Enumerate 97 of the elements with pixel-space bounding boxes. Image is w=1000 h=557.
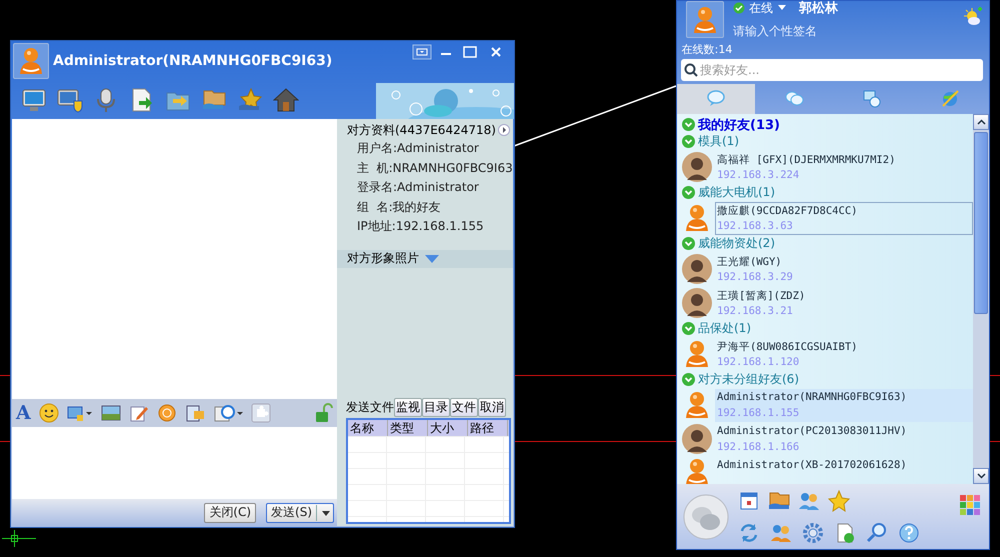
chevron-down-icon (976, 473, 986, 479)
info-field: 用户名:Administrator (337, 139, 513, 159)
screen-clock-icon (862, 89, 882, 109)
contact-item[interactable]: 高福祥 [GFX](DJERMXMRMKU7MI2) 192.168.3.224 (715, 150, 973, 184)
ip-address: 192.168.1.155 (717, 406, 800, 419)
clock-caret-icon[interactable] (212, 403, 243, 423)
contact-name: 撒应麒(9CCDA82F7D8C4CC) (717, 204, 858, 218)
contact-name: Administrator(PC2013083011JHV) (717, 425, 908, 438)
sticker-icon[interactable] (156, 403, 177, 423)
collapse-icon[interactable] (682, 373, 695, 386)
weather-icon[interactable] (963, 7, 983, 27)
ip-address: 192.168.1.166 (717, 440, 800, 453)
scroll-down-button[interactable] (973, 468, 989, 484)
user-name: 郭松林 (799, 0, 838, 17)
info-field: IP地址:192.168.1.155 (337, 217, 513, 237)
chat-bubble-icon (706, 89, 726, 109)
group-label[interactable]: 威能大电机(1) (698, 184, 775, 201)
close-button[interactable]: 关闭(C) (204, 502, 256, 522)
help-icon[interactable] (897, 520, 921, 544)
house-icon[interactable] (273, 87, 299, 113)
ip-address: 192.168.3.224 (717, 169, 800, 182)
avatar-icon (681, 253, 713, 285)
avatar-icon (681, 287, 713, 319)
avatar-icon (681, 423, 713, 455)
search-icon (684, 63, 698, 77)
contact-name: 尹海平(8UW086ICGSUAIBT) (717, 340, 858, 354)
collapse-icon[interactable] (682, 135, 695, 148)
panel-heading: 对方资料(4437E6424718) (347, 122, 496, 138)
status-text[interactable]: 在线 (749, 0, 773, 16)
info-field: 组 名:我的好友 (337, 198, 513, 218)
ip-address: 192.168.1.120 (717, 356, 800, 368)
window-title: Administrator(NRAMNHG0FBC9I63) (53, 53, 334, 69)
monitor-shield-icon[interactable] (57, 87, 83, 113)
collapse-icon[interactable] (682, 118, 695, 131)
send-button[interactable]: 发送(S) (266, 502, 334, 522)
contact-name: Administrator(XB-201702061628) (717, 459, 908, 471)
search-icon[interactable] (865, 520, 889, 544)
group-label[interactable]: 我的好友(13) (698, 116, 780, 134)
search-field[interactable]: 搜索好友... (681, 59, 983, 81)
menu-icon[interactable] (412, 44, 432, 60)
star-icon[interactable] (827, 488, 851, 512)
contact-name: Administrator(NRAMNHG0FBC9I63) (717, 391, 908, 404)
contact-item[interactable]: Administrator(NRAMNHG0FBC9I63) 192.168.1.155 (715, 388, 973, 422)
contact-name: 王光耀(WGY) (717, 254, 783, 269)
section-label: 发送文件 (346, 398, 394, 416)
smiley-icon[interactable] (38, 403, 59, 423)
file-button[interactable]: 监视 (394, 398, 422, 416)
contact-item[interactable]: 撒应麒(9CCDA82F7D8C4CC) 192.168.3.63 (715, 202, 973, 234)
contact-name: 高福祥 [GFX](DJERMXMRMKU7MI2) (717, 152, 896, 167)
scrollbar-thumb[interactable] (974, 132, 988, 314)
section-heading: 对方形象照片 (347, 250, 419, 268)
chevron-up-icon (976, 119, 986, 125)
group-label[interactable]: 对方未分组好友(6) (698, 371, 799, 388)
image-icon[interactable] (100, 403, 121, 423)
info-field: 登录名:Administrator (337, 178, 513, 198)
file-button[interactable]: 文件 (450, 398, 478, 416)
collapse-icon[interactable] (682, 322, 695, 335)
avatar-frame[interactable] (686, 1, 724, 38)
font-button[interactable]: A (16, 403, 31, 423)
monitor-icon[interactable] (21, 87, 47, 113)
column-header: 大小 (428, 420, 468, 436)
column-header: 名称 (348, 420, 388, 436)
online-count: 在线数:14 (682, 42, 732, 57)
ip-address: 192.168.3.21 (717, 305, 794, 318)
star-hand-icon[interactable] (237, 87, 263, 113)
contact-item[interactable]: 王璜[暂离](ZDZ) 192.168.3.21 (715, 286, 973, 320)
contact-item[interactable]: Administrator(PC2013083011JHV) 192.168.1.166 (715, 422, 973, 456)
contact-item[interactable]: 王光耀(WGY) 192.168.3.29 (715, 252, 973, 286)
ip-address: 192.168.3.29 (717, 271, 794, 284)
chat-orb-icon[interactable] (683, 494, 729, 540)
dropdown-arrow-icon[interactable] (425, 254, 439, 264)
contact-item[interactable]: 尹海平(8UW086ICGSUAIBT) 192.168.1.120 (715, 338, 973, 370)
collapse-icon[interactable] (682, 186, 695, 199)
contact-name: 王璜[暂离](ZDZ) (717, 288, 806, 303)
puzzle-icon[interactable] (250, 403, 271, 423)
group-label[interactable]: 威能物资处(2) (698, 235, 775, 252)
tab[interactable] (677, 84, 755, 114)
app-grid-icon[interactable] (959, 494, 981, 516)
column-header: 类型 (388, 420, 428, 436)
info-field: 主 机:NRAMNHG0FBC9I63 (337, 158, 513, 178)
file-button[interactable]: 取消 (478, 398, 506, 416)
column-header: 路径 (468, 420, 508, 436)
clipboard-icon[interactable] (184, 403, 205, 423)
scroll-up-button[interactable] (973, 114, 989, 130)
collapse-icon[interactable] (682, 237, 695, 250)
globe-icon (940, 89, 960, 109)
crosshair-icon (2, 530, 36, 548)
message-input[interactable] (12, 427, 337, 499)
online-check-icon (733, 2, 745, 14)
settings-icon[interactable] (801, 520, 825, 544)
group-label[interactable]: 模具(1) (698, 133, 739, 150)
unlocked-icon[interactable] (315, 403, 333, 423)
avatar-icon (681, 151, 713, 183)
ip-address: 192.168.3.63 (717, 220, 794, 232)
group-label[interactable]: 品保处(1) (698, 320, 751, 337)
file-button[interactable]: 目录 (422, 398, 450, 416)
contact-item[interactable]: Administrator(XB-201702061628) (715, 456, 973, 474)
